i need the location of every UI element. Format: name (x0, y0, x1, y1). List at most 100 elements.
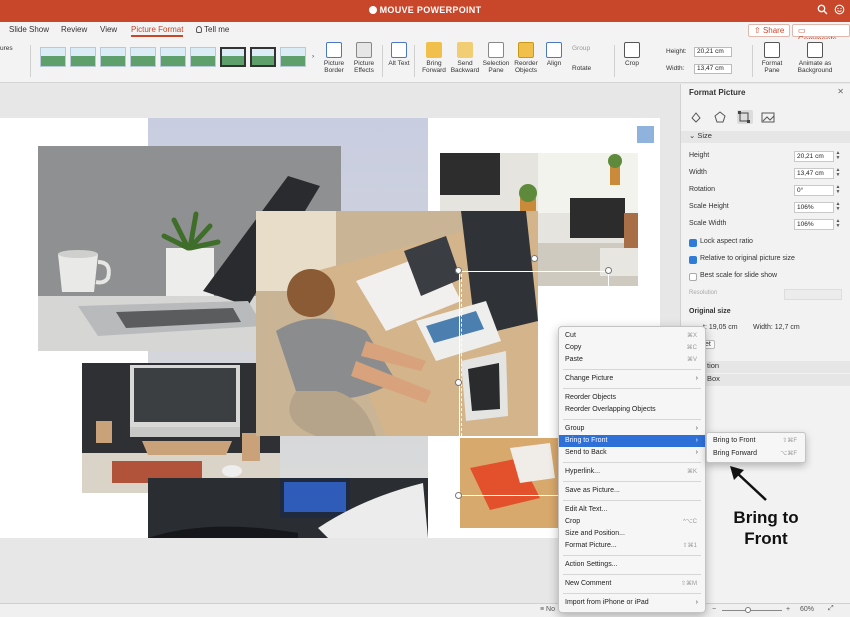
height-stepper[interactable]: ▲ ▼ (835, 151, 841, 162)
scale-height-field[interactable]: 106% (794, 202, 834, 213)
zoom-in-button[interactable]: + (786, 606, 790, 613)
picture-effects-button[interactable]: Picture Effects (350, 42, 378, 74)
zoom-level[interactable]: 60% (800, 606, 814, 613)
width-field[interactable]: 13,47 cm (794, 168, 834, 179)
scale-height-stepper[interactable]: ▲ ▼ (835, 202, 841, 213)
menu-item-format-picture[interactable]: Format Picture... ⇧⌘1 (559, 540, 705, 552)
menu-item-change-picture[interactable]: Change Picture › (559, 373, 705, 385)
tab-tell-me[interactable]: Tell me (196, 25, 229, 34)
fill-line-icon[interactable] (689, 110, 705, 124)
resolution-select[interactable] (784, 289, 842, 300)
picture-style-thumb[interactable] (40, 47, 66, 67)
resize-handle[interactable] (455, 492, 462, 499)
align-button[interactable]: Align (542, 42, 566, 67)
chevron-right-icon: › (695, 437, 698, 444)
submenu-item-bring-to-front[interactable]: Bring to Front ⇧⌘F (707, 435, 805, 447)
menu-item-reorder-objects[interactable]: Reorder Objects (559, 392, 705, 404)
height-label: Height: (666, 48, 687, 55)
lock-aspect-checkbox[interactable] (689, 239, 697, 247)
picture-effects-icon (356, 42, 372, 58)
crop-button[interactable]: Crop (620, 42, 644, 67)
tab-picture-format[interactable]: Picture Format (131, 25, 184, 37)
bring-forward-button[interactable]: Bring Forward (420, 42, 448, 74)
menu-separator (563, 462, 701, 463)
submenu-item-bring-forward[interactable]: Bring Forward ⌥⌘F (707, 448, 805, 460)
resize-handle[interactable] (455, 267, 462, 274)
zoom-slider[interactable] (722, 610, 782, 611)
picture-border-button[interactable]: Picture Border (320, 42, 348, 74)
gallery-more-icon[interactable]: › (312, 53, 314, 60)
menu-item-hyperlink[interactable]: Hyperlink... ⌘K (559, 466, 705, 478)
tab-review[interactable]: Review (61, 25, 87, 34)
picture-icon[interactable] (761, 110, 777, 124)
blue-square-shape[interactable] (637, 126, 654, 143)
width-input[interactable]: 13,47 cm (694, 64, 732, 74)
person-laptop-photo[interactable] (148, 478, 428, 538)
reorder-objects-button[interactable]: Reorder Objects (512, 42, 540, 74)
animate-as-background-button[interactable]: Animate as Background (794, 42, 836, 74)
alt-text-button[interactable]: Alt Text (387, 42, 411, 67)
menu-item-action-settings[interactable]: Action Settings... (559, 559, 705, 571)
textbox-section-header[interactable]: Box (681, 374, 850, 386)
menu-item-copy[interactable]: Copy ⌘C (559, 342, 705, 354)
zoom-out-button[interactable]: − (712, 606, 716, 613)
ribbon-divider (30, 45, 31, 77)
group-button[interactable]: Group (572, 45, 590, 52)
height-input[interactable]: 20,21 cm (694, 47, 732, 57)
size-section-header[interactable]: ⌄ Size (681, 131, 850, 143)
menu-separator (563, 555, 701, 556)
tab-slide-show[interactable]: Slide Show (9, 25, 49, 34)
menu-item-save-as-picture[interactable]: Save as Picture... (559, 485, 705, 497)
resize-handle[interactable] (605, 267, 612, 274)
share-button[interactable]: ⇧ Share (748, 24, 791, 37)
picture-style-thumb[interactable] (70, 47, 96, 67)
menu-item-reorder-overlapping[interactable]: Reorder Overlapping Objects (559, 404, 705, 416)
picture-style-thumb[interactable] (280, 47, 306, 67)
effects-pentagon-icon[interactable] (713, 110, 729, 124)
menu-item-paste[interactable]: Paste ⌘V (559, 354, 705, 366)
rotate-button[interactable]: Rotate (572, 65, 591, 72)
scale-width-field[interactable]: 106% (794, 219, 834, 230)
imac-desk-photo[interactable] (82, 363, 280, 493)
selection-pane-button[interactable]: Selection Pane (482, 42, 510, 74)
rotation-field[interactable]: 0° (794, 185, 834, 196)
format-pane-button[interactable]: Format Pane (758, 42, 786, 74)
picture-style-thumb[interactable] (130, 47, 156, 67)
picture-style-thumb[interactable] (190, 47, 216, 67)
rotation-stepper[interactable]: ▲ ▼ (835, 185, 841, 196)
picture-style-thumb[interactable] (160, 47, 186, 67)
height-field[interactable]: 20,21 cm (794, 151, 834, 162)
rotate-handle[interactable] (531, 255, 538, 262)
relative-original-checkbox[interactable] (689, 256, 697, 264)
fit-to-window-icon[interactable]: ⤢ (828, 605, 834, 613)
comments-button[interactable]: ▭ Comments (792, 24, 850, 44)
annotation-line: Front (744, 529, 788, 548)
menu-item-bring-to-front[interactable]: Bring to Front › (559, 435, 705, 447)
bring-forward-icon (426, 42, 442, 58)
close-icon[interactable]: ✕ (837, 87, 844, 96)
picture-style-thumb[interactable] (220, 47, 246, 67)
menu-item-crop[interactable]: Crop ^⌥C (559, 516, 705, 528)
picture-style-thumb[interactable] (250, 47, 276, 67)
notes-button[interactable]: ≡ No (540, 606, 555, 613)
smiley-feedback-icon[interactable] (832, 4, 846, 18)
size-properties-icon[interactable] (737, 110, 753, 124)
menu-item-edit-alt-text[interactable]: Edit Alt Text... (559, 504, 705, 516)
search-icon[interactable] (815, 4, 829, 18)
menu-item-send-to-back[interactable]: Send to Back › (559, 447, 705, 459)
position-section-header[interactable]: tion (681, 361, 850, 373)
menu-item-import-from-iphone[interactable]: Import from iPhone or iPad › (559, 597, 705, 609)
width-stepper[interactable]: ▲ ▼ (835, 168, 841, 179)
menu-item-cut[interactable]: Cut ⌘X (559, 330, 705, 342)
menu-item-size-and-position[interactable]: Size and Position... (559, 528, 705, 540)
zoom-slider-thumb[interactable] (745, 607, 751, 613)
resize-handle[interactable] (455, 379, 462, 386)
tab-view[interactable]: View (100, 25, 117, 34)
best-scale-checkbox[interactable] (689, 273, 697, 281)
send-backward-button[interactable]: Send Backward (450, 42, 480, 74)
title-bar: MOUVE POWERPOINT (0, 0, 850, 22)
menu-item-new-comment[interactable]: New Comment ⇧⌘M (559, 578, 705, 590)
scale-width-stepper[interactable]: ▲ ▼ (835, 219, 841, 230)
picture-style-thumb[interactable] (100, 47, 126, 67)
menu-item-group[interactable]: Group › (559, 423, 705, 435)
